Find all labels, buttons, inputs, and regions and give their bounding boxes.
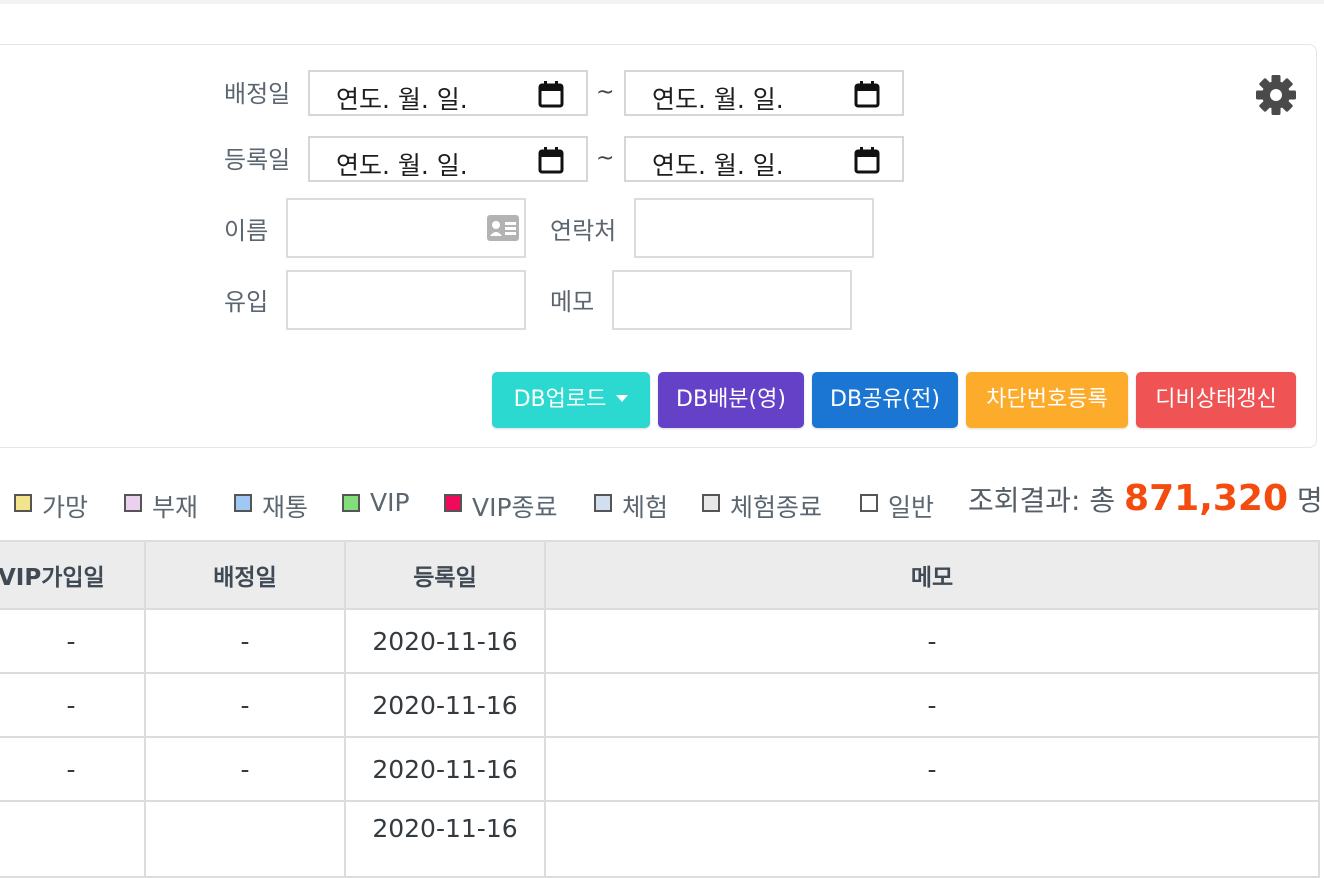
- name-label: 이름: [224, 217, 269, 245]
- date-placeholder: 연도. 월. 일.: [652, 85, 784, 114]
- cell-register-date: 2020-11-16: [344, 672, 546, 738]
- table-header-row: VIP가입일 배정일 등록일 메모: [0, 540, 1320, 610]
- cell-register-date: 2020-11-16: [344, 608, 546, 674]
- db-upload-label: DB업로드: [513, 387, 607, 412]
- legend-swatch: [860, 494, 878, 512]
- column-header-assign-date[interactable]: 배정일: [144, 540, 346, 610]
- gear-icon[interactable]: [1254, 73, 1298, 117]
- cell-memo: -: [544, 672, 1320, 738]
- register-date-from-input[interactable]: 연도. 월. 일.: [308, 136, 588, 182]
- assign-date-from-input[interactable]: 연도. 월. 일.: [308, 70, 588, 116]
- db-upload-button[interactable]: DB업로드: [492, 372, 650, 428]
- cell-vip-join-date: -: [0, 736, 146, 802]
- cell-register-date: 2020-11-16: [344, 800, 546, 878]
- legend-label: 부재: [152, 493, 199, 522]
- legend-label: 재통: [262, 493, 309, 522]
- top-divider: [0, 0, 1324, 4]
- calendar-icon[interactable]: [854, 147, 880, 174]
- contact-input[interactable]: [634, 198, 874, 258]
- source-input[interactable]: [286, 270, 526, 330]
- contact-label: 연락처: [550, 217, 617, 245]
- legend-label: 체험: [622, 493, 669, 522]
- cell-vip-join-date: -: [0, 608, 146, 674]
- legend-swatch: [234, 494, 252, 512]
- legend-swatch: [342, 494, 360, 512]
- result-count: 871,320: [1124, 478, 1289, 519]
- date-placeholder: 연도. 월. 일.: [336, 151, 468, 180]
- date-range-separator: ~: [596, 146, 615, 171]
- block-number-button[interactable]: 차단번호등록: [966, 372, 1128, 428]
- register-date-label: 등록일: [224, 146, 291, 174]
- date-placeholder: 연도. 월. 일.: [652, 151, 784, 180]
- db-share-button[interactable]: DB공유(전): [812, 372, 958, 428]
- column-header-vip-join-date[interactable]: VIP가입일: [0, 540, 146, 610]
- table-row[interactable]: - - 2020-11-16 -: [0, 608, 1320, 674]
- calendar-icon[interactable]: [538, 81, 564, 108]
- legend-swatch: [444, 494, 462, 512]
- memo-label: 메모: [550, 288, 595, 316]
- column-header-memo[interactable]: 메모: [544, 540, 1320, 610]
- db-status-update-button[interactable]: 디비상태갱신: [1136, 372, 1296, 428]
- source-label: 유입: [224, 288, 269, 316]
- legend-swatch: [124, 494, 142, 512]
- db-distribute-button[interactable]: DB배분(영): [658, 372, 804, 428]
- cell-memo: -: [544, 736, 1320, 802]
- table-row[interactable]: 2020-11-16: [0, 800, 1320, 878]
- cell-vip-join-date: [0, 800, 146, 878]
- cell-assign-date: -: [144, 672, 346, 738]
- legend-swatch: [14, 494, 32, 512]
- cell-assign-date: -: [144, 736, 346, 802]
- contact-card-icon: [487, 215, 519, 241]
- result-prefix: 조회결과: 총: [968, 484, 1116, 517]
- cell-memo: [544, 800, 1320, 878]
- legend-swatch: [702, 494, 720, 512]
- legend-label: 일반: [888, 493, 935, 522]
- legend-swatch: [594, 494, 612, 512]
- name-input[interactable]: [286, 198, 526, 258]
- legend-label: VIP종료: [472, 493, 558, 522]
- date-placeholder: 연도. 월. 일.: [336, 85, 468, 114]
- legend-label: 가망: [42, 493, 89, 522]
- assign-date-to-input[interactable]: 연도. 월. 일.: [624, 70, 904, 116]
- table-row[interactable]: - - 2020-11-16 -: [0, 736, 1320, 802]
- date-range-separator: ~: [596, 80, 615, 105]
- register-date-to-input[interactable]: 연도. 월. 일.: [624, 136, 904, 182]
- memo-input[interactable]: [612, 270, 852, 330]
- cell-memo: -: [544, 608, 1320, 674]
- result-suffix: 명: [1296, 484, 1323, 517]
- cell-vip-join-date: -: [0, 672, 146, 738]
- legend-label: VIP: [370, 488, 410, 517]
- cell-assign-date: [144, 800, 346, 878]
- results-table: VIP가입일 배정일 등록일 메모 - - 2020-11-16 - - - 2…: [0, 540, 1320, 878]
- column-header-register-date[interactable]: 등록일: [344, 540, 546, 610]
- caret-down-icon: [616, 394, 629, 402]
- assign-date-label: 배정일: [224, 80, 291, 108]
- result-summary: 조회결과: 총 871,320 명: [968, 478, 1323, 519]
- legend-label: 체험종료: [730, 493, 823, 522]
- calendar-icon[interactable]: [538, 147, 564, 174]
- cell-register-date: 2020-11-16: [344, 736, 546, 802]
- cell-assign-date: -: [144, 608, 346, 674]
- calendar-icon[interactable]: [854, 81, 880, 108]
- table-row[interactable]: - - 2020-11-16 -: [0, 672, 1320, 738]
